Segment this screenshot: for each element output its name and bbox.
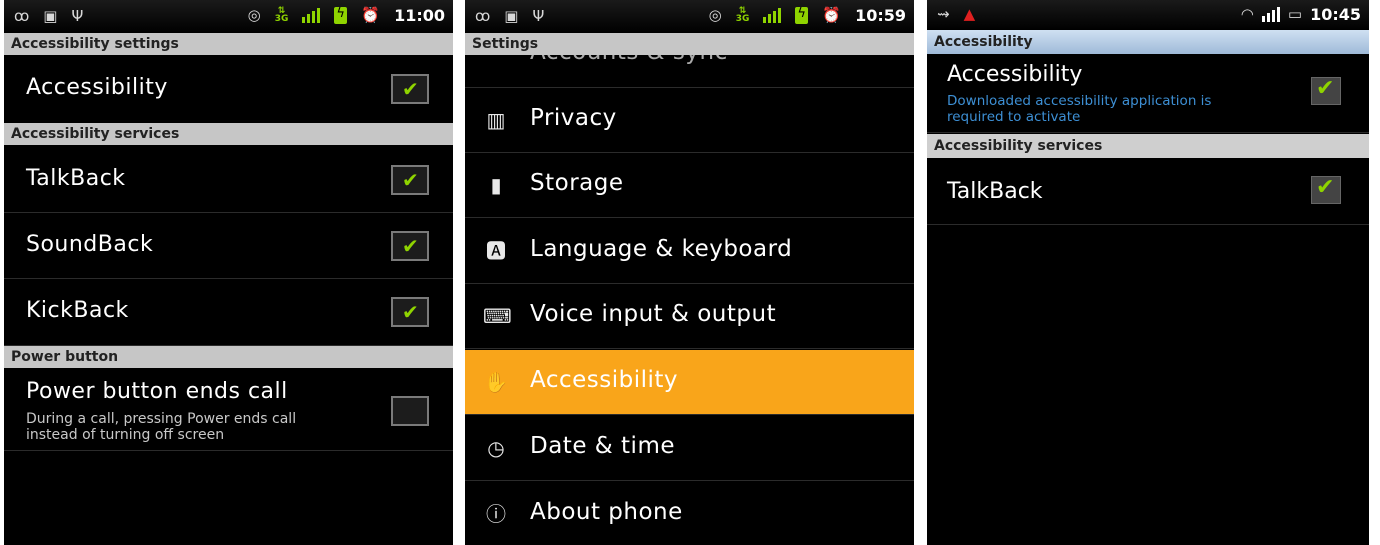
vibrate-icon: ◎ xyxy=(247,6,261,24)
language-icon: 🅰 xyxy=(486,239,506,263)
battery-charging-icon xyxy=(334,6,348,24)
accessibility-label: Accessibility xyxy=(947,62,1083,87)
settings-item-language[interactable]: 🅰 Language & keyboard xyxy=(465,219,914,284)
privacy-label: Privacy xyxy=(530,105,617,131)
settings-screen: ꝏ ▣ Ψ ◎ ⇅3G ⏰ 10:59 Settings Accounts & … xyxy=(465,0,914,545)
language-label: Language & keyboard xyxy=(530,236,793,262)
about-label: About phone xyxy=(530,499,683,525)
talkback-label: TalkBack xyxy=(26,166,126,191)
power-button-checkbox[interactable] xyxy=(391,396,429,426)
alarm-icon: ⏰ xyxy=(361,6,381,24)
power-button-row[interactable]: Power button ends call During a call, pr… xyxy=(4,369,453,451)
android-icon: ▣ xyxy=(43,7,58,25)
kickback-label: KickBack xyxy=(26,298,129,323)
signal-icon xyxy=(763,7,782,23)
accessibility-label: Accessibility xyxy=(26,75,168,100)
storage-label: Storage xyxy=(530,170,624,196)
status-bar: ꝏ ▣ Ψ ◎ ⇅3G ⏰ 11:00 xyxy=(4,0,453,33)
talkback-checkbox[interactable] xyxy=(1311,175,1341,204)
power-button-label: Power button ends call xyxy=(26,379,288,404)
service-row-kickback[interactable]: KickBack xyxy=(4,279,453,346)
section-header-services: Accessibility services xyxy=(4,123,453,145)
accessibility-checkbox[interactable] xyxy=(391,74,429,104)
usb-icon: Ψ xyxy=(71,7,84,25)
warning-icon: ▲ xyxy=(963,5,976,23)
hand-icon: ✋ xyxy=(483,370,509,394)
screen-title-bar: Accessibility xyxy=(927,30,1369,54)
soundback-label: SoundBack xyxy=(26,232,154,257)
usb-icon: ⇝ xyxy=(937,5,950,23)
battery-icon: ▭ xyxy=(1287,5,1303,23)
accessibility-checkbox[interactable] xyxy=(1311,76,1341,105)
soundback-checkbox[interactable] xyxy=(391,231,429,261)
voice-icon: ⌨ xyxy=(483,304,512,328)
screen-title-bar: Settings xyxy=(465,33,914,55)
accounts-label: Accounts & sync xyxy=(530,55,728,65)
usb-icon: Ψ xyxy=(532,7,545,25)
battery-charging-icon xyxy=(795,6,809,24)
status-time: 10:59 xyxy=(855,5,906,25)
date-time-label: Date & time xyxy=(530,433,675,459)
info-icon: ⓘ xyxy=(486,502,506,526)
kickback-checkbox[interactable] xyxy=(391,297,429,327)
power-button-summary-line1: During a call, pressing Power ends call xyxy=(26,411,297,427)
voicemail-icon: ꝏ xyxy=(14,7,30,25)
section-header-services: Accessibility services xyxy=(927,134,1369,158)
talkback-label: TalkBack xyxy=(947,179,1043,204)
accessibility-settings-screen: ꝏ ▣ Ψ ◎ ⇅3G ⏰ 11:00 Accessibility settin… xyxy=(4,0,453,545)
service-row-talkback[interactable]: TalkBack xyxy=(927,158,1369,225)
voicemail-icon: ꝏ xyxy=(475,7,491,25)
voice-label: Voice input & output xyxy=(530,301,777,327)
accessibility-label: Accessibility xyxy=(530,367,679,393)
settings-item-date-time[interactable]: ◷ Date & time xyxy=(465,416,914,481)
storage-icon: ▮ xyxy=(490,173,502,197)
status-time: 10:45 xyxy=(1310,4,1361,24)
accessibility-summary-line2: required to activate xyxy=(947,109,1081,125)
section-header-power: Power button xyxy=(4,346,453,368)
clock-icon: ◷ xyxy=(487,436,505,460)
alarm-icon: ⏰ xyxy=(822,6,842,24)
talkback-checkbox[interactable] xyxy=(391,165,429,195)
service-row-talkback[interactable]: TalkBack xyxy=(4,146,453,213)
settings-item-privacy[interactable]: ▥ Privacy xyxy=(465,88,914,153)
3g-icon: ⇅ 3G xyxy=(274,6,289,24)
android-icon: ▣ xyxy=(504,7,519,25)
power-button-summary-line2: instead of turning off screen xyxy=(26,427,225,443)
settings-item-accessibility[interactable]: ✋ Accessibility xyxy=(465,350,914,415)
status-bar: ꝏ ▣ Ψ ◎ ⇅3G ⏰ 10:59 xyxy=(465,0,914,33)
accessibility-screen: ⇝ ▲ ◠ ▭ 10:45 Accessibility Accessibilit… xyxy=(927,0,1369,545)
settings-item-voice[interactable]: ⌨ Voice input & output xyxy=(465,284,914,349)
signal-icon xyxy=(1261,6,1280,22)
signal-icon xyxy=(302,7,321,23)
screen-title-bar: Accessibility settings xyxy=(4,33,453,55)
vibrate-icon: ◎ xyxy=(708,6,722,24)
accessibility-toggle-row[interactable]: Accessibility xyxy=(4,55,453,124)
service-row-soundback[interactable]: SoundBack xyxy=(4,213,453,279)
status-bar: ⇝ ▲ ◠ ▭ 10:45 xyxy=(927,0,1369,30)
accessibility-toggle-row[interactable]: Accessibility Downloaded accessibility a… xyxy=(927,54,1369,133)
3g-icon: ⇅ 3G xyxy=(735,6,750,24)
wifi-icon: ◠ xyxy=(1240,5,1254,23)
accessibility-summary-line1: Downloaded accessibility application is xyxy=(947,93,1212,109)
status-time: 11:00 xyxy=(394,5,445,25)
settings-item-accounts[interactable]: Accounts & sync xyxy=(465,55,914,88)
settings-item-storage[interactable]: ▮ Storage xyxy=(465,153,914,218)
privacy-icon: ▥ xyxy=(486,108,506,132)
settings-item-about[interactable]: ⓘ About phone xyxy=(465,482,914,545)
